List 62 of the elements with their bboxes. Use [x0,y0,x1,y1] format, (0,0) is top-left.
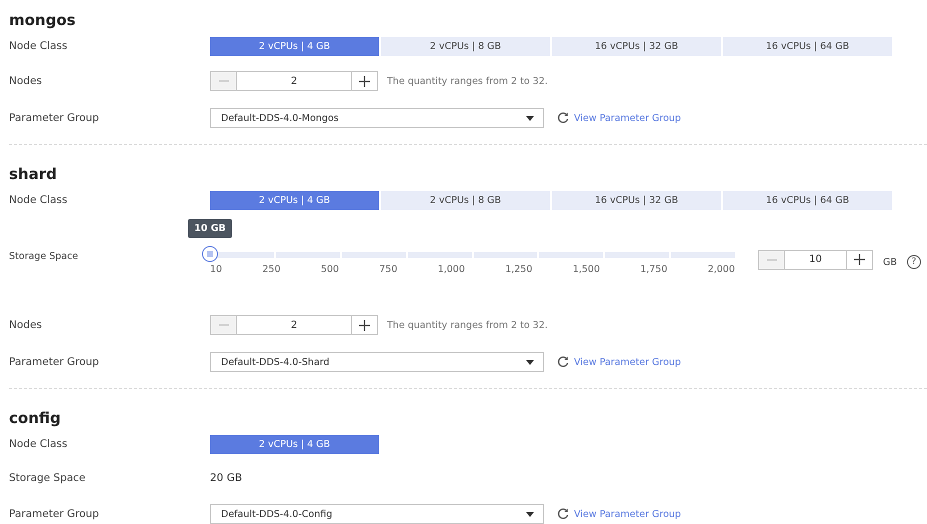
refresh-icon[interactable] [557,508,569,520]
caret-icon [526,116,534,120]
plus-icon [854,254,865,265]
refresh-icon[interactable] [557,356,569,368]
minus-icon [766,258,776,260]
node-class-option[interactable]: 16 vCPUs | 32 GB [552,36,721,56]
field-label: Parameter Group [9,508,100,520]
field-label: Storage Space [9,472,86,484]
node-class-option[interactable]: 16 vCPUs | 32 GB [552,190,721,210]
plus-icon [359,320,370,330]
tick-label: 1,250 [505,264,532,275]
tick-label: 750 [379,264,398,275]
parameter-group-select[interactable]: Default-DDS-4.0-Config [210,504,544,524]
plus-icon [359,76,370,86]
section-title: config [9,408,62,429]
field-label: Nodes [9,319,43,331]
field-label: Parameter Group [9,356,100,368]
nodes-input[interactable]: 2 [236,72,352,90]
tick-label: 1,000 [438,264,465,275]
node-class-option[interactable]: 16 vCPUs | 64 GB [723,36,892,56]
node-class-option[interactable]: 2 vCPUs | 4 GB [210,190,379,210]
field-label: Nodes [9,75,43,87]
range-hint: The quantity ranges from 2 to 32. [387,76,548,86]
minus-icon [218,80,228,82]
tick-label: 1,500 [572,264,600,275]
view-parameter-group-link[interactable]: View Parameter Group [574,112,681,124]
minus-icon [218,324,228,326]
tick-label: 1,750 [640,264,668,275]
caret-icon [526,360,534,364]
slider-thumb[interactable] [202,246,218,262]
field-label: Storage Space [9,251,80,262]
number-stepper[interactable]: 2 [210,315,378,335]
view-parameter-group-link[interactable]: View Parameter Group [574,356,681,368]
tick-label: 2,000 [708,264,735,275]
unit-label: GB [883,256,897,268]
node-class-option[interactable]: 2 vCPUs | 8 GB [381,36,550,56]
section-title: mongos [9,10,77,31]
node-class-option[interactable]: 2 vCPUs | 4 GB [210,36,379,56]
field-label: Parameter Group [9,112,100,124]
node-class-option[interactable]: 16 vCPUs | 64 GB [723,190,892,210]
storage-input[interactable]: 10 [784,250,847,268]
refresh-icon[interactable] [557,112,569,124]
tick-label: 250 [262,264,281,275]
parameter-group-select[interactable]: Default-DDS-4.0-Mongos [210,108,544,128]
nodes-input[interactable]: 2 [236,316,352,334]
field-label: Node Class [9,40,68,52]
view-parameter-group-link[interactable]: View Parameter Group [574,508,681,520]
value-tooltip: 10 GB [188,219,232,238]
parameter-group-select[interactable]: Default-DDS-4.0-Shard [210,352,544,372]
section-title: shard [9,164,58,185]
number-stepper[interactable]: 2 [210,71,378,91]
field-label: Node Class [9,438,68,450]
caret-icon [526,512,534,516]
help-icon[interactable]: ? [906,254,921,268]
node-class-option[interactable]: 2 vCPUs | 4 GB [210,434,379,454]
tick-label: 10 [210,264,222,275]
field-label: Node Class [9,194,68,206]
storage-value: 20 GB [210,472,242,484]
number-stepper[interactable]: 10 [758,250,873,270]
tick-label: 500 [320,264,339,275]
node-class-option[interactable]: 2 vCPUs | 8 GB [381,190,550,210]
range-hint: The quantity ranges from 2 to 32. [387,320,548,330]
